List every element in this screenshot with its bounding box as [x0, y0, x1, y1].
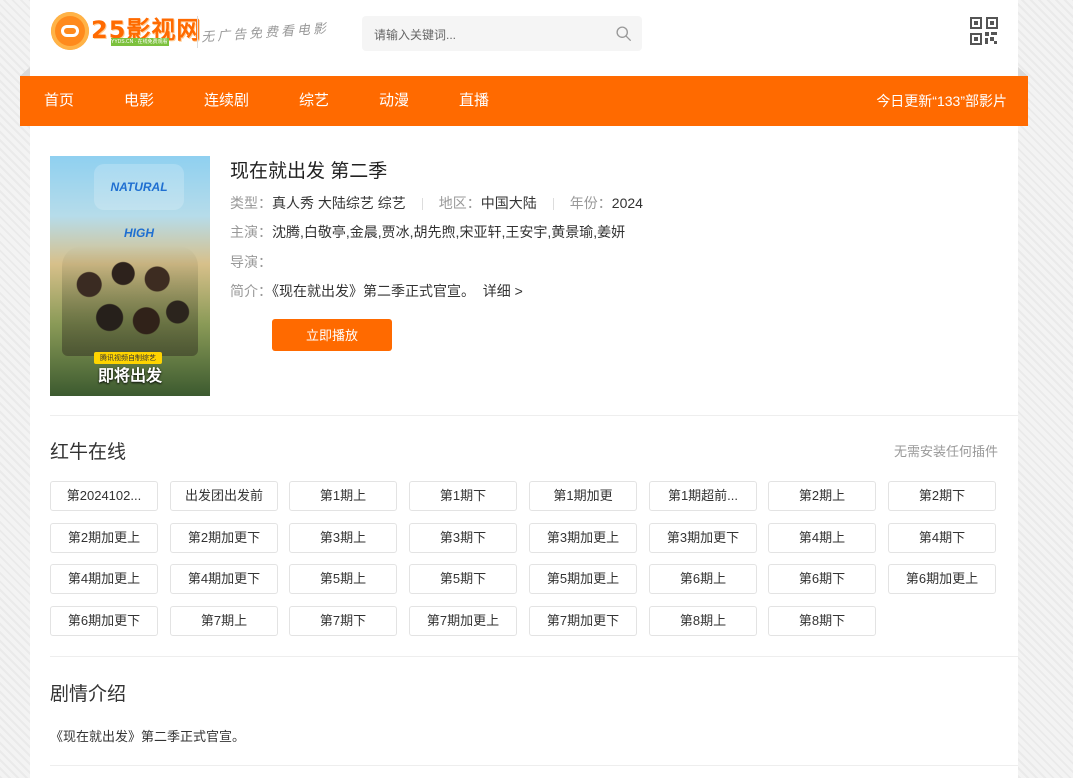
- nav-corner-right: [1018, 67, 1028, 76]
- nav-item-home[interactable]: 首页: [44, 76, 74, 126]
- episode-button[interactable]: 第7期上: [170, 606, 278, 636]
- divider: [50, 765, 1018, 766]
- year-label: 年份：: [569, 195, 612, 211]
- nav-item-live[interactable]: 直播: [459, 76, 489, 126]
- episode-button[interactable]: 第7期下: [289, 606, 397, 636]
- episode-button[interactable]: 第8期上: [649, 606, 757, 636]
- episode-button[interactable]: 第7期加更下: [529, 606, 637, 636]
- episode-button[interactable]: 第8期下: [768, 606, 876, 636]
- nav-item-anime[interactable]: 动漫: [379, 76, 409, 126]
- meta-row-director: 导演：: [230, 252, 272, 272]
- meta-divider: [421, 198, 423, 211]
- site-logo[interactable]: 25影视网 YYDS.CN · 在线免费观看 无广告免费看电影: [51, 10, 331, 56]
- cast-label: 主演：: [230, 224, 272, 240]
- logo-subtitle: YYDS.CN · 在线免费观看: [111, 38, 169, 46]
- episode-button[interactable]: 第6期加更上: [888, 564, 996, 594]
- episode-button[interactable]: 第6期下: [768, 564, 876, 594]
- logo-divider: [197, 16, 198, 48]
- poster-cast-photo: [62, 246, 198, 356]
- meta-divider: [552, 198, 554, 211]
- poster-image[interactable]: NATURAL HIGH 腾讯视频自制综艺 即将出发: [50, 156, 210, 396]
- nav-item-movies[interactable]: 电影: [124, 76, 154, 126]
- detail-more-link[interactable]: 详细 >: [483, 283, 523, 299]
- episode-button[interactable]: 第4期下: [888, 523, 996, 553]
- episode-button[interactable]: 第5期上: [289, 564, 397, 594]
- episode-button[interactable]: 第6期上: [649, 564, 757, 594]
- region-value[interactable]: 中国大陆: [481, 195, 537, 211]
- search-input[interactable]: [372, 16, 606, 53]
- episode-button[interactable]: 第2期下: [888, 481, 996, 511]
- director-label: 导演：: [230, 254, 272, 270]
- poster-show-logo: NATURAL HIGH: [94, 164, 184, 240]
- meta-row-intro: 简介：《现在就出发》第二季正式官宣。 详细 >: [230, 281, 523, 301]
- episode-button[interactable]: 第4期加更下: [170, 564, 278, 594]
- episode-button[interactable]: 第5期加更上: [529, 564, 637, 594]
- episode-button[interactable]: 第2期加更上: [50, 523, 158, 553]
- synopsis-title: 剧情介绍: [50, 684, 127, 705]
- nav-item-series[interactable]: 连续剧: [204, 76, 249, 126]
- search-box: [362, 16, 642, 53]
- episode-button[interactable]: 第2期上: [768, 481, 876, 511]
- meta-row-cast: 主演：沈腾,白敬亭,金晨,贾冰,胡先煦,宋亚轩,王安宇,黄景瑜,姜妍: [230, 222, 625, 242]
- intro-value: 《现在就出发》第二季正式官宣。: [272, 283, 475, 299]
- type-label: 类型：: [230, 195, 272, 211]
- year-value[interactable]: 2024: [612, 195, 643, 211]
- play-now-button[interactable]: 立即播放: [272, 319, 392, 351]
- divider: [50, 415, 1018, 416]
- episode-button[interactable]: 出发团出发前: [170, 481, 278, 511]
- type-value[interactable]: 真人秀 大陆综艺 综艺: [272, 195, 406, 211]
- episode-button[interactable]: 第4期上: [768, 523, 876, 553]
- episode-button[interactable]: 第3期加更上: [529, 523, 637, 553]
- logo-slogan: 无广告免费看电影: [200, 21, 330, 46]
- logo-badge-icon: [51, 12, 89, 50]
- nav-corner-left: [20, 67, 30, 76]
- playlist-note: 无需安装任何插件: [893, 444, 998, 459]
- episode-button[interactable]: 第3期加更下: [649, 523, 757, 553]
- episode-button[interactable]: 第5期下: [409, 564, 517, 594]
- synopsis-text: 《现在就出发》第二季正式官宣。: [50, 729, 246, 744]
- nav-item-variety[interactable]: 综艺: [299, 76, 329, 126]
- divider: [50, 656, 1018, 657]
- qr-code-icon[interactable]: [970, 17, 998, 45]
- episode-button[interactable]: 第7期加更上: [409, 606, 517, 636]
- episode-button[interactable]: 第2期加更下: [170, 523, 278, 553]
- region-label: 地区：: [438, 195, 481, 211]
- playlist-title: 红牛在线: [50, 442, 127, 463]
- episode-button[interactable]: 第3期下: [409, 523, 517, 553]
- main-nav: 首页 电影 连续剧 综艺 动漫 直播 今日更新“133”部影片: [20, 67, 1028, 126]
- cast-value[interactable]: 沈腾,白敬亭,金晨,贾冰,胡先煦,宋亚轩,王安宇,黄景瑜,姜妍: [272, 224, 625, 240]
- episode-button[interactable]: 第1期加更: [529, 481, 637, 511]
- intro-label: 简介：: [230, 283, 272, 299]
- episode-button[interactable]: 第6期加更下: [50, 606, 158, 636]
- search-icon[interactable]: [615, 25, 632, 42]
- poster-caption: 即将出发: [97, 368, 162, 385]
- episode-button[interactable]: 第4期加更上: [50, 564, 158, 594]
- page-title: 现在就出发 第二季: [230, 161, 388, 182]
- episode-button[interactable]: 第3期上: [289, 523, 397, 553]
- episode-button[interactable]: 第1期超前...: [649, 481, 757, 511]
- meta-row-type: 类型：真人秀 大陆综艺 综艺 地区：中国大陆 年份：2024: [230, 193, 643, 213]
- episode-button[interactable]: 第1期下: [409, 481, 517, 511]
- episode-button[interactable]: 第2024102...: [50, 481, 158, 511]
- episode-button[interactable]: 第1期上: [289, 481, 397, 511]
- daily-update-text: 今日更新“133”部影片: [876, 93, 1007, 109]
